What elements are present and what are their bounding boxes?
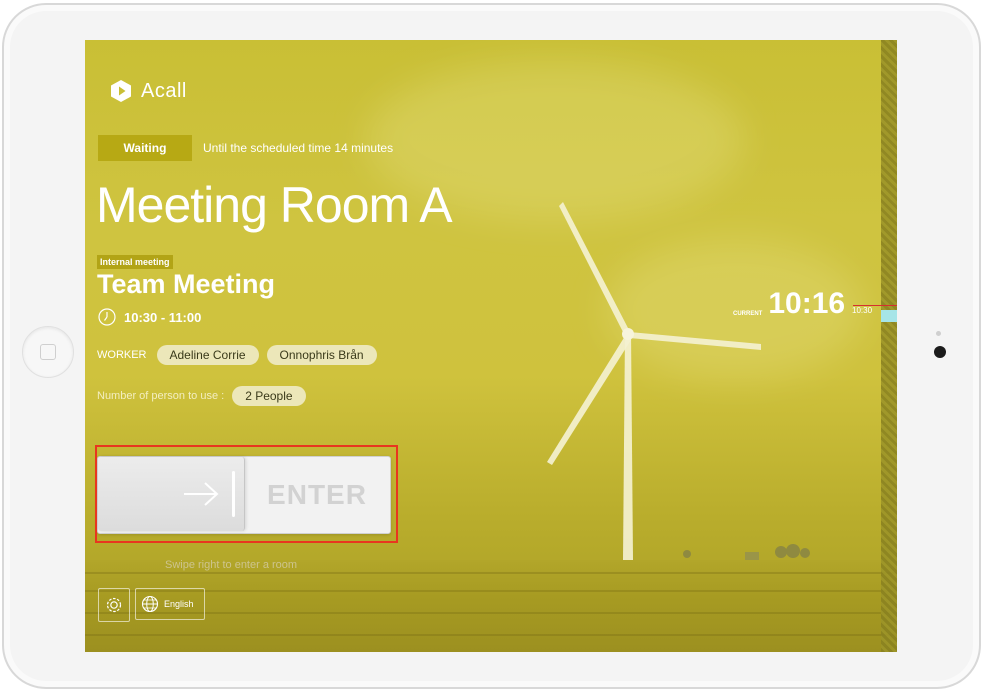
globe-icon: [141, 595, 159, 613]
meeting-time: 10:30 - 11:00: [98, 308, 201, 326]
app-logo: Acall: [109, 79, 187, 103]
clock-time: 10:16: [768, 287, 846, 320]
timeline-strip[interactable]: [881, 40, 897, 652]
timeline-current-marker: [881, 310, 897, 322]
logo-text: Acall: [141, 79, 187, 102]
status-message: Until the scheduled time 14 minutes: [203, 141, 394, 155]
front-sensor: [936, 331, 941, 336]
wind-turbine-image: [547, 202, 761, 560]
language-button[interactable]: English: [135, 588, 205, 620]
room-title: Meeting Room A: [96, 177, 453, 233]
swipe-hint: Swipe right to enter a room: [165, 559, 298, 571]
front-camera: [934, 346, 946, 358]
tablet-screen: Acall Waiting Until the scheduled time 1…: [85, 40, 897, 652]
worker-chip: Onnophris Brån: [266, 345, 377, 365]
gear-icon: [106, 597, 122, 613]
distant-trees: [683, 544, 810, 560]
field-ground: [85, 560, 897, 652]
acall-logo-icon: [111, 80, 131, 102]
clock-icon: [98, 308, 116, 326]
language-label: English: [164, 599, 194, 609]
people-row: Number of person to use : 2 People: [97, 386, 306, 406]
people-label: Number of person to use :: [97, 390, 225, 402]
worker-label: WORKER: [97, 349, 147, 361]
status-badge: Waiting: [98, 135, 192, 161]
people-count-chip: 2 People: [232, 386, 306, 406]
meeting-time-text: 10:30 - 11:00: [124, 309, 202, 325]
meeting-title: Team Meeting: [97, 269, 276, 299]
worker-chip: Adeline Corrie: [156, 345, 259, 365]
settings-button[interactable]: [98, 588, 130, 622]
highlight-box: [95, 445, 398, 543]
current-clock: CURRENT 10:16: [733, 287, 845, 321]
timeline-time-label: 10:30: [852, 306, 873, 315]
clock-label: CURRENT: [733, 311, 763, 317]
meeting-type-badge: Internal meeting: [97, 255, 173, 269]
worker-row: WORKER Adeline Corrie Onnophris Brån: [97, 345, 377, 365]
home-button[interactable]: [22, 326, 74, 378]
